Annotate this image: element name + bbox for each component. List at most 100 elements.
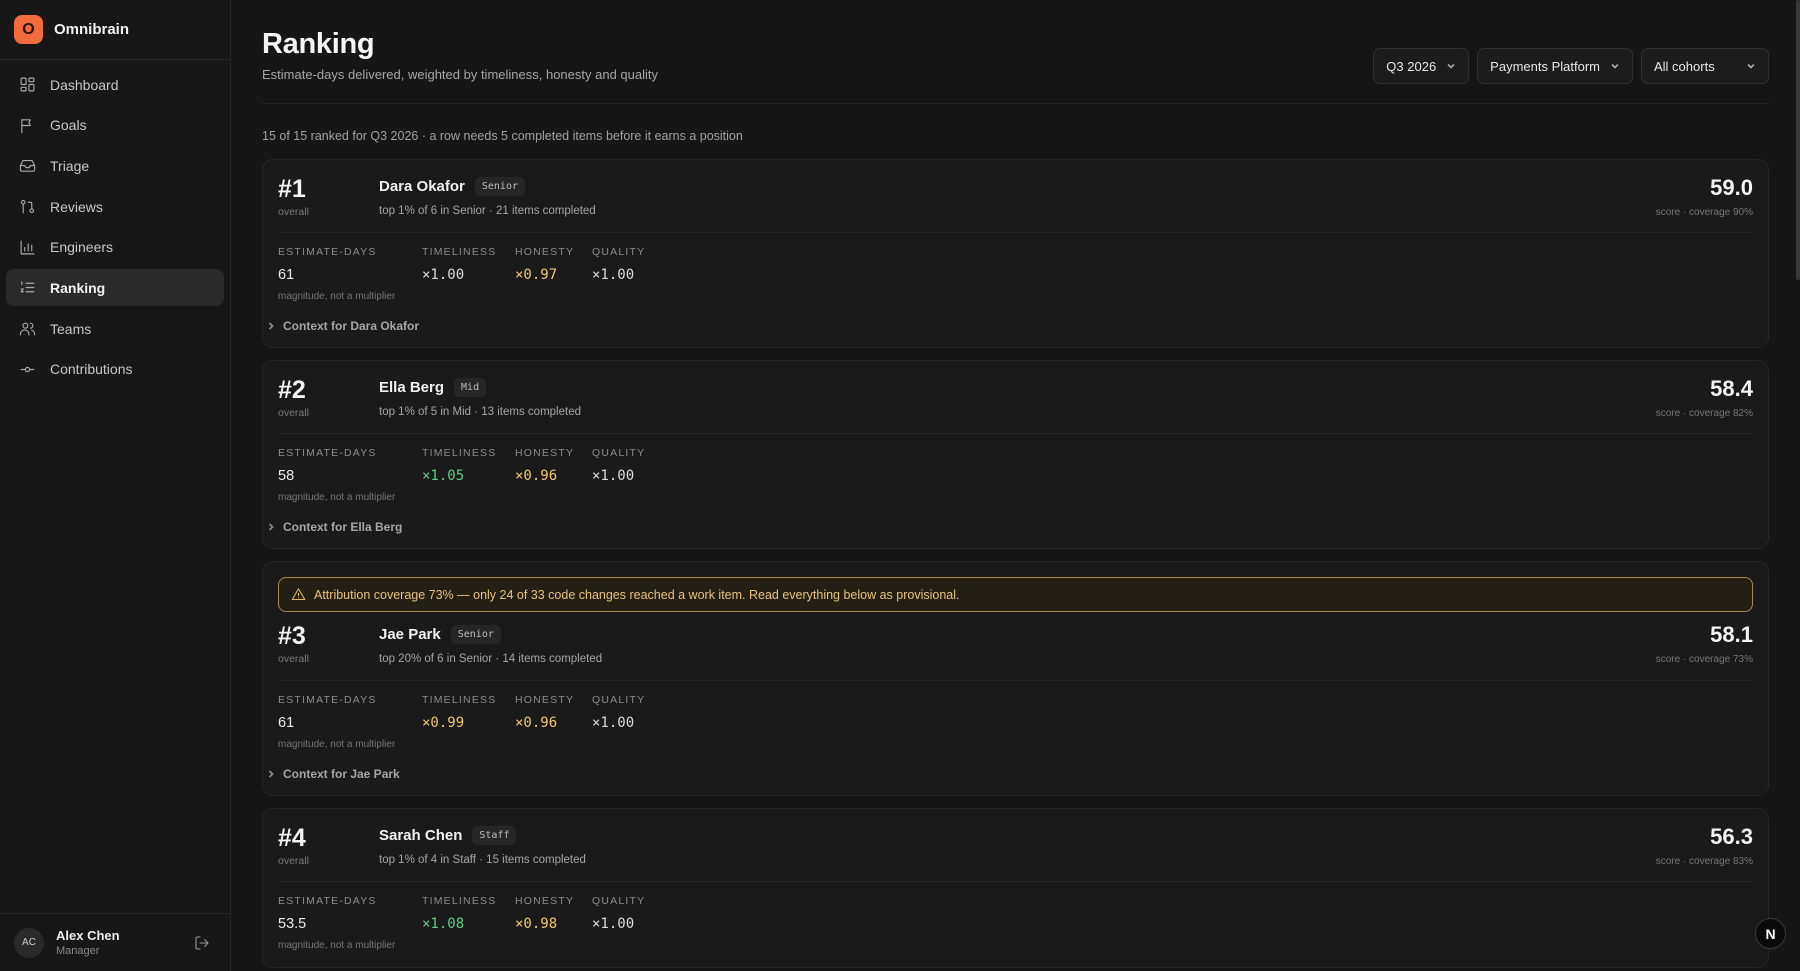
- metric-note: magnitude, not a multiplier: [278, 739, 396, 750]
- filter-bar: Q3 2026 Payments Platform All cohorts: [1373, 48, 1769, 84]
- metric-value: ×0.99: [422, 715, 465, 731]
- score-value: 56.3: [1710, 824, 1753, 849]
- metric-value: ×1.08: [422, 916, 465, 932]
- sidebar-item-label: Reviews: [50, 198, 103, 215]
- metric-honesty: HONESTY ×0.98: [515, 895, 574, 932]
- quarter-select-value: Q3 2026: [1386, 58, 1437, 74]
- main-content: Ranking Estimate-days delivered, weighte…: [231, 0, 1800, 971]
- engineer-name-row: Jae Park Senior: [379, 625, 501, 644]
- metric-value: ×0.97: [515, 267, 558, 283]
- metric-estimate-days: ESTIMATE-DAYS 53.5 magnitude, not a mult…: [278, 895, 395, 951]
- context-label: Context for Jae Park: [283, 767, 400, 781]
- chevron-down-icon: [1447, 63, 1455, 69]
- metric-timeliness: TIMELINESS ×1.08: [422, 895, 496, 932]
- brand-name: Omnibrain: [54, 21, 130, 38]
- sidebar-item-label: Dashboard: [50, 76, 119, 93]
- context-toggle[interactable]: Context for Dara Okafor: [266, 319, 419, 333]
- level-badge: Mid: [454, 378, 487, 397]
- metric-timeliness: TIMELINESS ×0.99: [422, 694, 496, 731]
- logout-icon: [195, 936, 209, 950]
- engineer-name[interactable]: Ella Berg: [379, 379, 444, 396]
- metric-timeliness: TIMELINESS ×1.00: [422, 246, 496, 283]
- ranking-summary: 15 of 15 ranked for Q3 2026 · a row need…: [262, 129, 743, 143]
- sidebar-item-label: Teams: [50, 320, 92, 337]
- quarter-select[interactable]: Q3 2026: [1373, 48, 1470, 84]
- metric-label: HONESTY: [515, 246, 575, 258]
- brand[interactable]: O Omnibrain: [0, 0, 230, 60]
- context-label: Context for Ella Berg: [283, 520, 403, 534]
- metric-note: magnitude, not a multiplier: [278, 291, 396, 302]
- ranking-card: #4 overall Sarah Chen Staff top 1% of 4 …: [262, 808, 1769, 968]
- chevron-right-icon: [268, 770, 274, 778]
- rank-scope: overall: [278, 206, 309, 218]
- context-toggle[interactable]: Context for Ella Berg: [266, 520, 402, 534]
- cohort-select[interactable]: All cohorts: [1641, 48, 1769, 84]
- sidebar-item-engineers[interactable]: Engineers: [6, 229, 224, 266]
- metrics-row: ESTIMATE-DAYS 53.5 magnitude, not a mult…: [278, 882, 1753, 964]
- ranking-card-header: #2 overall Ella Berg Mid top 1% of 5 in …: [278, 361, 1753, 434]
- engineer-name[interactable]: Dara Okafor: [379, 178, 465, 195]
- rank-scope: overall: [278, 855, 309, 867]
- rank-position: #3: [278, 622, 306, 650]
- chevron-down-icon: [1611, 63, 1619, 69]
- metrics-row: ESTIMATE-DAYS 58 magnitude, not a multip…: [278, 434, 1753, 516]
- sidebar-item-triage[interactable]: Triage: [6, 147, 224, 184]
- metric-label: HONESTY: [515, 447, 575, 459]
- metric-quality: QUALITY ×1.00: [592, 694, 645, 731]
- metric-value: ×1.00: [592, 267, 635, 283]
- sidebar-item-contributions[interactable]: Contributions: [6, 351, 224, 388]
- metric-value: ×1.00: [422, 267, 465, 283]
- context-toggle[interactable]: Context for Jae Park: [266, 767, 400, 781]
- sidebar-item-label: Ranking: [50, 279, 106, 296]
- team-select[interactable]: Payments Platform: [1477, 48, 1633, 84]
- ranking-card: #2 overall Ella Berg Mid top 1% of 5 in …: [262, 360, 1769, 549]
- score-coverage: score · coverage 83%: [1655, 856, 1753, 867]
- scrollbar[interactable]: [1796, 0, 1800, 280]
- team-select-value: Payments Platform: [1490, 58, 1600, 74]
- metric-label: TIMELINESS: [422, 895, 497, 907]
- metric-label: ESTIMATE-DAYS: [278, 246, 377, 258]
- metric-quality: QUALITY ×1.00: [592, 447, 645, 484]
- dashboard-icon: [20, 77, 35, 92]
- sidebar-item-reviews[interactable]: Reviews: [6, 188, 224, 225]
- user-info: Alex Chen Manager: [56, 928, 120, 957]
- metric-note: magnitude, not a multiplier: [278, 940, 396, 951]
- engineer-name[interactable]: Sarah Chen: [379, 827, 462, 844]
- sidebar-item-label: Triage: [50, 157, 90, 174]
- metric-value: 61: [278, 267, 295, 283]
- floating-action-button[interactable]: N: [1755, 918, 1786, 949]
- level-badge: Senior: [450, 625, 501, 644]
- ranking-card-header: #1 overall Dara Okafor Senior top 1% of …: [278, 160, 1753, 233]
- rank-position: #4: [278, 824, 306, 852]
- metric-estimate-days: ESTIMATE-DAYS 58 magnitude, not a multip…: [278, 447, 395, 503]
- sidebar-item-ranking[interactable]: Ranking: [6, 269, 224, 307]
- engineer-name[interactable]: Jae Park: [379, 626, 441, 643]
- level-badge: Senior: [474, 177, 525, 196]
- metric-timeliness: TIMELINESS ×1.05: [422, 447, 496, 484]
- ranking-list: #1 overall Dara Okafor Senior top 1% of …: [262, 159, 1769, 968]
- bar-chart-icon: [20, 240, 35, 255]
- level-badge: Staff: [472, 826, 517, 845]
- metric-value: 58: [278, 468, 295, 484]
- metric-estimate-days: ESTIMATE-DAYS 61 magnitude, not a multip…: [278, 246, 395, 302]
- metric-label: TIMELINESS: [422, 694, 497, 706]
- score-coverage: score · coverage 73%: [1655, 654, 1753, 665]
- logout-button[interactable]: [194, 935, 210, 956]
- sidebar-item-teams[interactable]: Teams: [6, 310, 224, 347]
- flag-icon: [21, 118, 31, 133]
- sidebar-nav: Dashboard Goals Triage Reviews Engineers…: [0, 60, 230, 388]
- chevron-down-icon: [1747, 63, 1755, 69]
- sidebar-item-dashboard[interactable]: Dashboard: [6, 66, 224, 103]
- avatar[interactable]: AC: [14, 927, 44, 958]
- rank-detail: top 1% of 4 in Staff · 15 items complete…: [379, 854, 586, 866]
- user-name: Alex Chen: [56, 928, 120, 943]
- sidebar-item-goals[interactable]: Goals: [6, 107, 224, 144]
- score-coverage: score · coverage 90%: [1655, 207, 1753, 218]
- metric-quality: QUALITY ×1.00: [592, 895, 645, 932]
- engineer-name-row: Sarah Chen Staff: [379, 826, 517, 845]
- score-coverage: score · coverage 82%: [1655, 408, 1753, 419]
- list-ordered-icon: [20, 281, 35, 293]
- metric-label: QUALITY: [592, 447, 646, 459]
- metric-estimate-days: ESTIMATE-DAYS 61 magnitude, not a multip…: [278, 694, 395, 750]
- page-header: Ranking Estimate-days delivered, weighte…: [262, 0, 1769, 104]
